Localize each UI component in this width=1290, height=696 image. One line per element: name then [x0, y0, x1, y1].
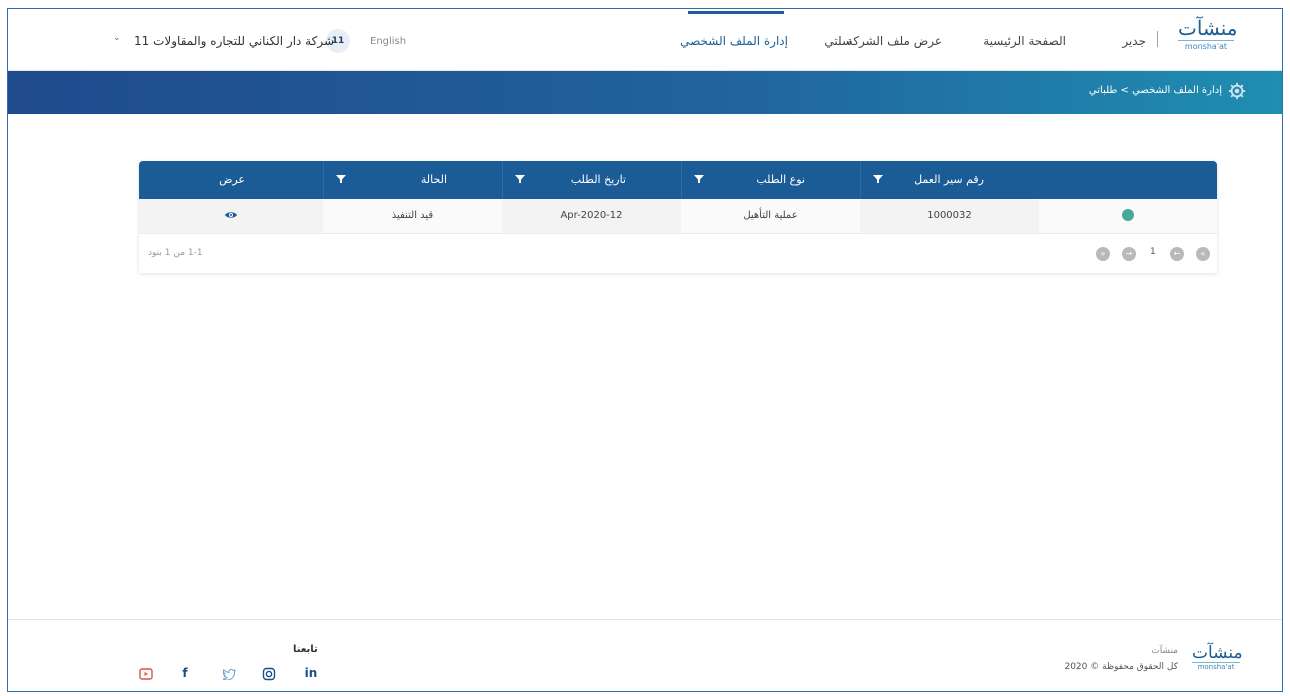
- app-window: منشآت monsha'at جدير الصفحة الرئيسية عرض…: [7, 8, 1283, 692]
- cell-workflow-no: 1000032: [860, 199, 1039, 233]
- nav-home[interactable]: الصفحة الرئيسية: [983, 34, 1066, 48]
- jadeer-label[interactable]: جدير: [1122, 34, 1146, 48]
- nav-company-profile[interactable]: عرض ملف الشركة: [847, 34, 942, 48]
- footer-brand-name: منشآت: [1151, 646, 1178, 656]
- language-switch[interactable]: English: [370, 36, 406, 47]
- column-request-date[interactable]: تاريخ الطلب: [502, 161, 681, 199]
- eye-icon[interactable]: [224, 210, 238, 220]
- youtube-icon[interactable]: [135, 662, 157, 684]
- cell-view[interactable]: [139, 199, 323, 233]
- nav-active-indicator: [688, 11, 784, 14]
- logo-english: monsha'at: [1178, 40, 1234, 51]
- column-request-type[interactable]: نوع الطلب: [681, 161, 860, 199]
- follow-us-label: تابعنا: [293, 644, 318, 655]
- breadcrumb-bar: إدارة الملف الشخصي > طلباتي: [8, 71, 1282, 114]
- cell-request-type: عملية التأهيل: [681, 199, 860, 233]
- row-select-cell[interactable]: [1039, 199, 1217, 233]
- breadcrumb[interactable]: إدارة الملف الشخصي > طلباتي: [1089, 85, 1222, 96]
- filter-icon[interactable]: [334, 172, 348, 186]
- column-workflow-no[interactable]: رقم سير العمل: [860, 161, 1039, 199]
- nav-cart[interactable]: سلتي: [824, 34, 852, 48]
- pager-info: 1-1 من 1 بنود: [148, 248, 203, 258]
- first-page-icon[interactable]: «: [1196, 247, 1210, 261]
- filter-icon[interactable]: [692, 172, 706, 186]
- prev-page-icon[interactable]: ←: [1170, 247, 1184, 261]
- gear-icon: [1228, 82, 1246, 100]
- chevron-down-icon[interactable]: ⌄: [113, 33, 121, 43]
- top-header: منشآت monsha'at جدير الصفحة الرئيسية عرض…: [8, 9, 1282, 71]
- next-page-icon[interactable]: →: [1122, 247, 1136, 261]
- monshaat-logo[interactable]: منشآت monsha'at: [1178, 16, 1238, 61]
- cell-status: قيد التنفيذ: [323, 199, 502, 233]
- linkedin-icon[interactable]: in: [300, 662, 322, 684]
- column-status[interactable]: الحالة: [323, 161, 502, 199]
- footer: منشآت monsha'at منشآت كل الحقوق محفوظة ©…: [8, 619, 1282, 691]
- filter-icon[interactable]: [871, 172, 885, 186]
- requests-table: رقم سير العمل نوع الطلب تاريخ الطلب الحا…: [139, 161, 1217, 273]
- status-dot-icon[interactable]: [1122, 209, 1134, 221]
- table-row[interactable]: 1000032 عملية التأهيل Apr-2020-12 قيد ال…: [139, 199, 1217, 233]
- instagram-icon[interactable]: [258, 662, 280, 684]
- last-page-icon[interactable]: »: [1096, 247, 1110, 261]
- footer-copyright: كل الحقوق محفوظة © 2020: [1064, 662, 1178, 672]
- footer-logo[interactable]: منشآت monsha'at: [1192, 644, 1243, 671]
- twitter-icon[interactable]: [218, 662, 240, 684]
- logo-arabic: منشآت: [1178, 16, 1238, 40]
- table-header: رقم سير العمل نوع الطلب تاريخ الطلب الحا…: [139, 161, 1217, 199]
- column-view: عرض: [219, 173, 245, 186]
- facebook-icon[interactable]: f: [174, 662, 196, 684]
- company-selector[interactable]: شركة دار الكناني للتجاره والمقاولات 11: [134, 34, 334, 48]
- current-page[interactable]: 1: [1150, 247, 1156, 257]
- filter-icon[interactable]: [513, 172, 527, 186]
- table-pager: 1-1 من 1 بنود « ← 1 → »: [139, 233, 1217, 273]
- nav-profile-management[interactable]: إدارة الملف الشخصي: [680, 34, 788, 48]
- logo-divider: [1157, 31, 1158, 47]
- cell-request-date: Apr-2020-12: [502, 199, 681, 233]
